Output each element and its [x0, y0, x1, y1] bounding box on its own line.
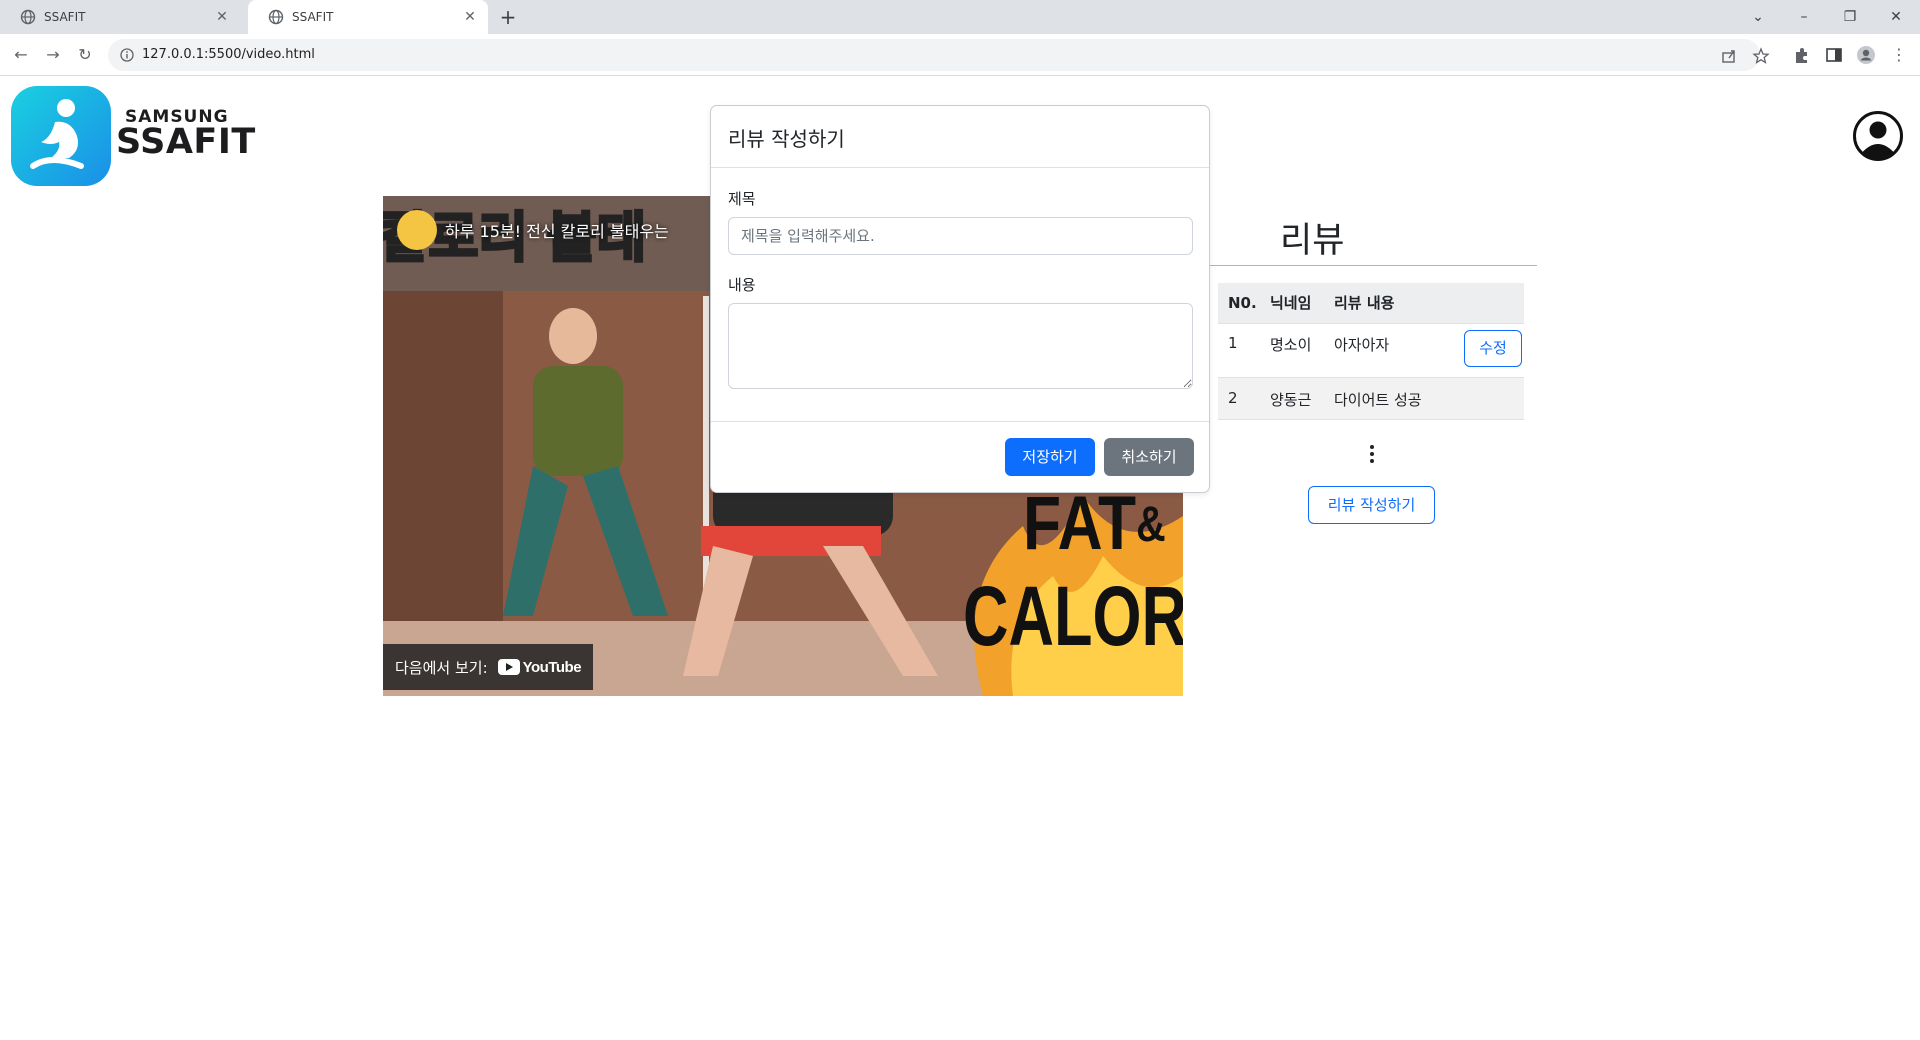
review-content: 다이어트 성공	[1324, 377, 1524, 420]
divider	[1210, 265, 1537, 266]
samsung-health-logo-icon	[11, 86, 111, 186]
restore-button[interactable]: ❐	[1828, 4, 1872, 30]
save-button[interactable]: 저장하기	[1005, 438, 1095, 476]
tab-search-icon[interactable]: ⌄	[1736, 4, 1780, 30]
side-panel-icon[interactable]	[1824, 45, 1844, 65]
browser-tab[interactable]: SSAFIT ✕	[0, 0, 240, 34]
profile-icon[interactable]	[1856, 45, 1876, 65]
channel-avatar[interactable]	[397, 210, 437, 250]
column-header-action	[1454, 283, 1524, 324]
write-review-button[interactable]: 리뷰 작성하기	[1308, 486, 1435, 524]
new-tab-button[interactable]: +	[494, 6, 522, 28]
share-icon[interactable]	[1720, 47, 1738, 65]
extensions-puzzle-icon[interactable]	[1792, 45, 1812, 65]
content-textarea[interactable]	[728, 303, 1193, 389]
title-field-label: 제목	[728, 190, 756, 208]
review-nickname: 명소이	[1260, 323, 1324, 378]
cancel-button[interactable]: 취소하기	[1104, 438, 1194, 476]
close-icon[interactable]: ✕	[462, 9, 478, 25]
column-header-nickname: 닉네임	[1260, 283, 1324, 324]
modal-footer-divider	[711, 421, 1209, 422]
table-header-row: N0. 닉네임 리뷰 내용	[1218, 283, 1524, 324]
review-write-modal: 리뷰 작성하기 제목 내용 저장하기 취소하기	[710, 105, 1210, 493]
window-close-button[interactable]: ✕	[1874, 4, 1918, 30]
globe-icon	[20, 9, 36, 25]
address-bar[interactable]: 127.0.0.1:5500/video.html	[108, 39, 1770, 71]
review-no: 2	[1218, 377, 1260, 420]
modal-title: 리뷰 작성하기	[728, 127, 845, 151]
forward-arrow-icon[interactable]: →	[40, 42, 66, 68]
info-icon[interactable]	[120, 48, 134, 62]
thumbnail-fat-text: FAT&	[1023, 481, 1166, 566]
tab-title: SSAFIT	[292, 10, 334, 24]
video-title[interactable]: 하루 15분! 전신 칼로리 불태우는	[445, 218, 669, 242]
modal-header: 리뷰 작성하기	[711, 106, 1209, 168]
title-input[interactable]	[728, 217, 1193, 255]
watch-on-label: 다음에서 보기:	[395, 658, 488, 677]
back-arrow-icon[interactable]: ←	[8, 42, 34, 68]
thumbnail-calorie-text: CALORIE	[963, 569, 1183, 663]
browser-tab-strip: SSAFIT ✕ SSAFIT ✕ + ⌄ – ❐ ✕	[0, 0, 1920, 34]
url-text: 127.0.0.1:5500/video.html	[142, 47, 315, 62]
globe-icon	[268, 9, 284, 25]
minimize-button[interactable]: –	[1782, 4, 1826, 30]
review-table: N0. 닉네임 리뷰 내용 1 명소이 아자아자 수정 2 양동근 다이어트 성…	[1218, 283, 1524, 420]
brand-title: SSAFIT	[116, 122, 256, 162]
review-action-cell: 수정	[1454, 323, 1524, 378]
user-account-icon[interactable]	[1852, 110, 1904, 162]
bookmark-star-icon[interactable]	[1752, 47, 1770, 65]
review-nickname: 양동근	[1260, 377, 1324, 420]
edit-review-button[interactable]: 수정	[1464, 329, 1522, 367]
column-header-no: N0.	[1218, 283, 1260, 324]
table-row[interactable]: 1 명소이 아자아자 수정	[1218, 323, 1524, 378]
reload-icon[interactable]: ↻	[72, 42, 98, 68]
tab-title: SSAFIT	[44, 10, 86, 24]
kebab-menu-icon[interactable]: ⋮	[1886, 42, 1912, 68]
youtube-play-icon	[497, 659, 520, 675]
close-icon[interactable]: ✕	[214, 9, 230, 25]
content-field-label: 내용	[728, 276, 756, 294]
review-no: 1	[1218, 323, 1260, 378]
review-content: 아자아자	[1324, 323, 1454, 378]
more-vertical-icon[interactable]	[1368, 443, 1376, 465]
browser-toolbar: ← → ↻ 127.0.0.1:5500/video.html ⋮	[0, 34, 1920, 76]
youtube-wordmark: YouTube	[522, 658, 582, 676]
ssafit-logo[interactable]: SAMSUNG SSAFIT	[11, 86, 255, 186]
watch-on-youtube-button[interactable]: 다음에서 보기: YouTube	[383, 644, 593, 690]
table-row[interactable]: 2 양동근 다이어트 성공	[1218, 377, 1524, 420]
browser-tab-active[interactable]: SSAFIT ✕	[248, 0, 488, 34]
column-header-content: 리뷰 내용	[1324, 283, 1454, 324]
